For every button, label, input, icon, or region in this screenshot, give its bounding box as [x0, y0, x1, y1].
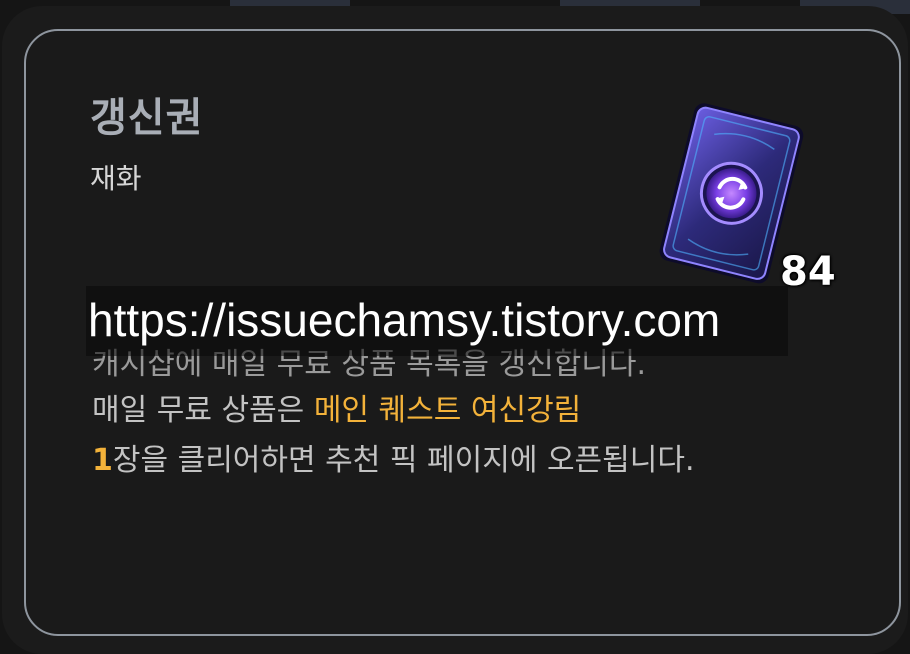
- watermark-url: https://issuechamsy.tistory.com: [88, 294, 721, 346]
- description-line-3: 1장을 클리어하면 추천 픽 페이지에 오픈됩니다.: [92, 441, 695, 481]
- item-name: 갱신권: [90, 95, 204, 141]
- chapter-number-highlight: 1: [92, 443, 113, 478]
- quest-highlight: 메인 퀘스트 여신강림: [313, 393, 582, 428]
- description-text: 매일 무료 상품은: [92, 393, 314, 428]
- description-line-2: 매일 무료 상품은 메인 퀘스트 여신강림: [92, 391, 581, 431]
- item-category: 재화: [90, 162, 142, 195]
- description-text: 장을 클리어하면 추천 픽 페이지에 오픈됩니다.: [112, 443, 695, 478]
- item-count: 84: [780, 249, 836, 295]
